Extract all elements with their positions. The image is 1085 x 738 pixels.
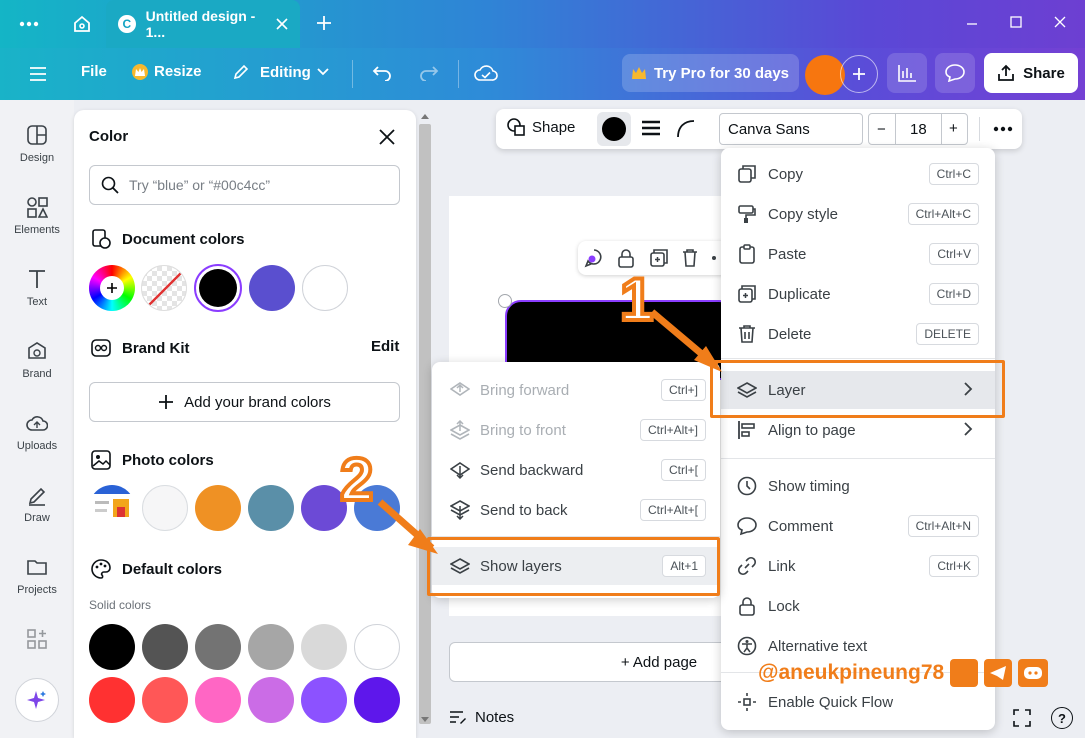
annotation-arrows	[377, 309, 722, 554]
watermark: @aneukpineung78	[758, 659, 1049, 687]
step-1-badge: 1	[618, 266, 655, 333]
watermark-text: @aneukpineung78	[758, 661, 945, 684]
discord-icon	[1018, 659, 1049, 687]
social-icon	[950, 659, 979, 687]
telegram-icon	[984, 659, 1013, 687]
step-2-badge: 2	[338, 446, 375, 513]
